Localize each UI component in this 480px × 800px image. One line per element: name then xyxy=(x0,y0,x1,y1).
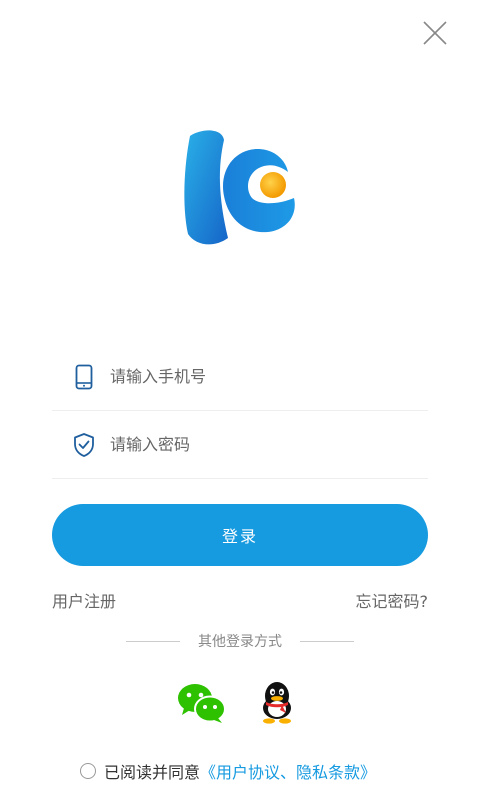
close-icon xyxy=(423,21,447,45)
phone-input[interactable] xyxy=(110,356,390,397)
divider-line-left xyxy=(126,640,180,642)
agreement-checkbox[interactable] xyxy=(80,763,96,779)
shield-check-icon xyxy=(72,431,96,459)
phone-field xyxy=(52,343,428,411)
password-input[interactable] xyxy=(110,424,390,465)
wechat-login-button[interactable] xyxy=(176,682,228,724)
password-field xyxy=(52,411,428,479)
qq-login-button[interactable] xyxy=(258,680,296,724)
register-link[interactable]: 用户注册 xyxy=(52,588,116,612)
close-button[interactable] xyxy=(418,16,452,50)
agreement-row: 已阅读并同意 《用户协议、隐私条款》 xyxy=(80,760,376,782)
app-logo xyxy=(182,126,300,248)
qq-icon xyxy=(263,682,291,724)
other-login-label: 其他登录方式 xyxy=(198,634,282,650)
forgot-password-link[interactable]: 忘记密码? xyxy=(356,588,429,612)
wechat-icon xyxy=(178,684,226,723)
other-login-divider: 其他登录方式 xyxy=(126,631,354,651)
agreement-link[interactable]: 《用户协议、隐私条款》 xyxy=(200,759,376,783)
login-button[interactable]: 登录 xyxy=(52,504,428,566)
divider-line-right xyxy=(300,640,354,642)
agreement-text: 已阅读并同意 xyxy=(104,763,201,782)
phone-icon xyxy=(72,363,96,391)
